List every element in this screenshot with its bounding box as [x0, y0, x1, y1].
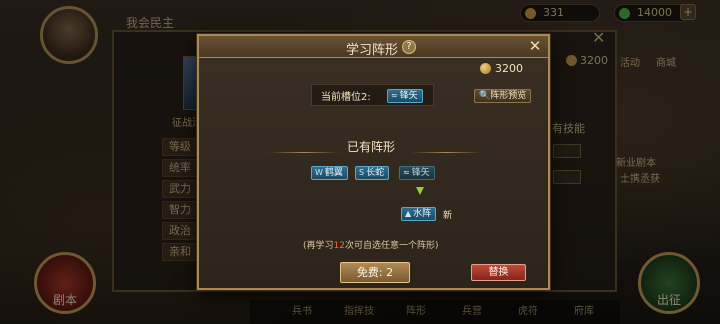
arrowhead-formation-icon: ≈ — [391, 91, 398, 100]
close-icon[interactable]: ✕ — [527, 38, 543, 54]
current-slot-label: 当前槽位2: — [321, 92, 371, 103]
learn-formation-dialog: 学习阵形 ? ✕ 3200 当前槽位2: ≈ 锋矢 🔍阵形预览 已有阵形 W 鹤翼 … — [197, 34, 550, 290]
down-arrow-icon — [416, 187, 424, 195]
owned-formation-crane-wing[interactable]: W 鹤翼 — [311, 166, 348, 180]
owned-formation-long-snake[interactable]: S 长蛇 — [355, 166, 390, 180]
arrowhead-formation-icon: ≈ — [403, 168, 410, 177]
coin-balance: 3200 — [480, 62, 523, 75]
formation-name: 锋矢 — [411, 168, 430, 178]
hint-count: 12 — [333, 241, 345, 251]
new-badge: 新 — [443, 211, 453, 221]
long-snake-formation-icon: S — [359, 168, 365, 177]
formation-name: 水阵 — [413, 209, 432, 219]
current-formation-tag[interactable]: ≈ 锋矢 — [387, 89, 423, 103]
section-divider-right — [411, 152, 481, 153]
section-divider-left — [269, 152, 339, 153]
hint-prefix: (再学习 — [303, 241, 334, 251]
formation-name: 鹤翼 — [324, 168, 343, 178]
preview-label: 阵形预览 — [490, 91, 527, 101]
help-icon[interactable]: ? — [402, 40, 416, 54]
hint-suffix: 次可自选任意一个阵形) — [344, 241, 439, 251]
coin-icon — [480, 63, 491, 74]
water-formation-icon: ▲ — [405, 209, 412, 218]
formation-preview-button[interactable]: 🔍阵形预览 — [474, 89, 532, 103]
formation-name: 长蛇 — [366, 168, 385, 178]
dialog-title: 学习阵形 — [346, 43, 399, 58]
formation-name: 锋矢 — [399, 91, 418, 101]
free-learn-button[interactable]: 免费: 2 — [340, 262, 410, 283]
search-icon: 🔍 — [479, 91, 491, 101]
learn-hint: (再学习12次可自选任意一个阵形) — [303, 238, 438, 251]
crane-wing-formation-icon: W — [315, 168, 323, 177]
replace-button[interactable]: 替换 — [471, 264, 526, 281]
owned-formation-arrowhead[interactable]: ≈ 锋矢 — [399, 166, 435, 180]
owned-formations-title: 已有阵形 — [347, 140, 396, 154]
coin-value: 3200 — [495, 62, 523, 75]
new-formation-tag[interactable]: ▲ 水阵 — [401, 207, 437, 221]
